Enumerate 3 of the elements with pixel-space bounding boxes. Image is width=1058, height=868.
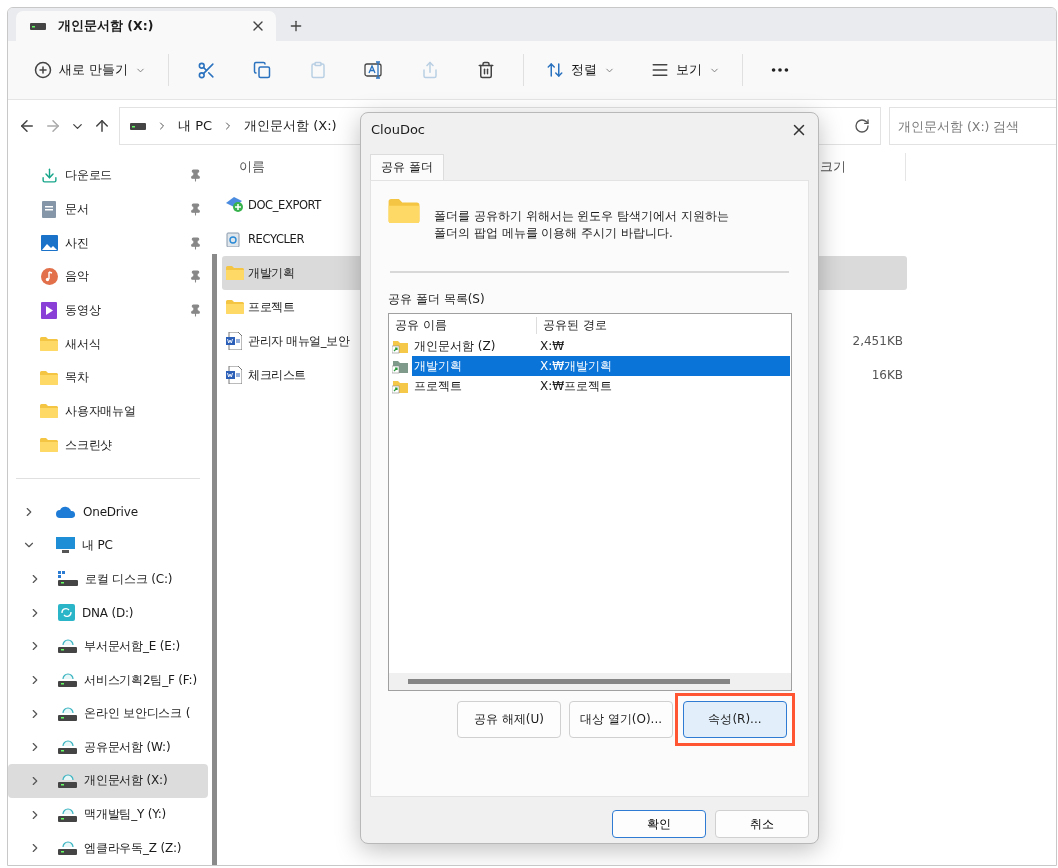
- info-message: 폴더를 공유하기 위해서는 윈도우 탐색기에서 지원하는 폴더의 팝업 메뉴를 이용해 주시기 바랍니다.: [434, 208, 730, 242]
- list-label: 공유 폴더 목록(S): [388, 291, 486, 308]
- dialog-title: ClouDoc: [371, 122, 425, 137]
